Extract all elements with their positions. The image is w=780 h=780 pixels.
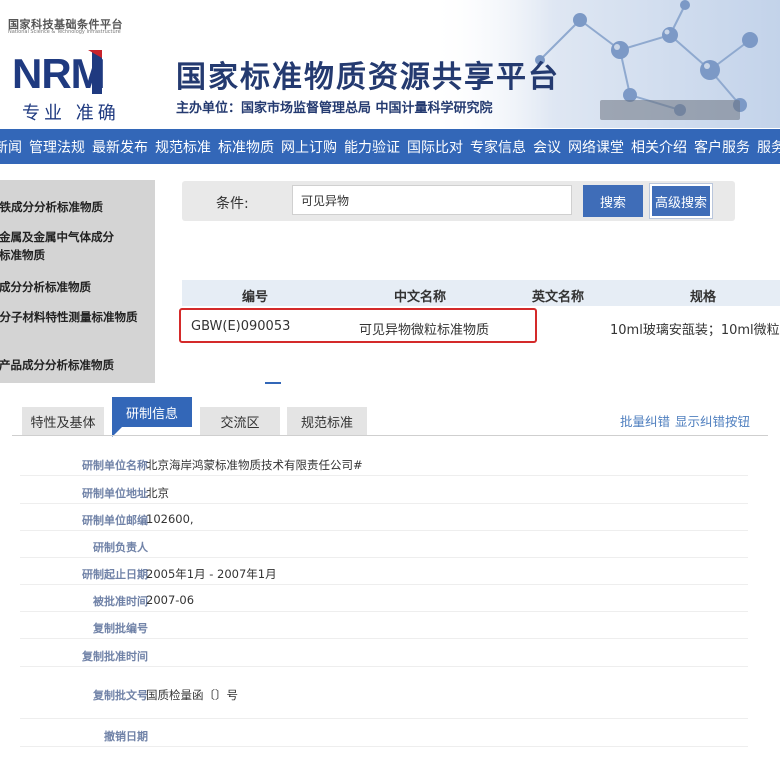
detail-label: 撤销日期 — [104, 730, 148, 743]
sidebar-item-steel[interactable]: 钢铁成分分析标准物质 — [0, 198, 128, 216]
tab-exchange[interactable]: 交流区 — [200, 407, 280, 435]
main-nav: 新闻 管理法规 最新发布 规范标准 标准物质 网上订购 能力验证 国际比对 专家… — [0, 129, 780, 164]
site-header: 国家科技基础条件平台 National Science & Technology… — [0, 0, 780, 128]
detail-tabs: 特性及基体 交流区 规范标准 研制信息 批量纠错 显示纠错按钮 — [0, 395, 780, 440]
column-header-code: 编号 — [242, 290, 269, 305]
detail-row-unit-address: 研制单位地址 北京 — [20, 476, 748, 504]
nav-item-service[interactable]: 服务 — [757, 137, 780, 157]
detail-label: 被批准时间 — [93, 595, 148, 608]
condition-label: 条件: — [216, 196, 249, 212]
detail-row-dev-period: 研制起止日期 2005年1月 - 2007年1月 — [20, 558, 748, 585]
nav-item-regulations[interactable]: 管理法规 — [29, 137, 85, 157]
detail-label: 研制单位地址 — [82, 487, 148, 500]
show-correction-button-link[interactable]: 显示纠错按钮 — [675, 411, 750, 430]
nav-item-experts[interactable]: 专家信息 — [470, 137, 526, 157]
nav-item-latest[interactable]: 最新发布 — [92, 137, 148, 157]
tab-standards[interactable]: 规范标准 — [287, 407, 367, 435]
nav-item-about[interactable]: 相关介绍 — [631, 137, 687, 157]
development-info-table: 研制单位名称 北京海岸鸿蒙标准物质技术有限责任公司# 研制单位地址 北京 研制单… — [0, 448, 780, 758]
detail-value: 102600, — [146, 512, 194, 526]
batch-correction-link[interactable]: 批量纠错 — [620, 411, 670, 430]
detail-row-postcode: 研制单位邮编 102600, — [20, 504, 748, 531]
nav-item-news[interactable]: 新闻 — [0, 137, 22, 157]
site-title: 国家标准物质资源共享平台 — [176, 60, 560, 95]
detail-label: 研制起止日期 — [82, 568, 148, 581]
detail-value: 2007-06 — [146, 593, 195, 607]
sidebar-item-building-materials[interactable]: 建材成分分析标准物质 — [0, 278, 116, 296]
sponsor-text: 主办单位：国家市场监督管理总局 中国计量科学研究院 — [176, 101, 493, 116]
column-header-cn-name: 中文名称 — [394, 290, 447, 305]
detail-label: 研制单位名称 — [82, 459, 148, 472]
sidebar-item-polymer[interactable]: 高分子材料特性测量标准物质 — [0, 308, 155, 326]
search-panel: 条件: 搜索 高级搜索 — [182, 181, 735, 221]
detail-label: 研制单位邮编 — [82, 514, 148, 527]
detail-value: 北京 — [146, 486, 169, 500]
platform-subtitle: National Science & Technology Infrastruc… — [8, 29, 121, 35]
detail-row-copy-doc-no: 复制批文号 国质检量函〔〕号 — [20, 667, 748, 719]
nav-item-meetings[interactable]: 会议 — [533, 137, 561, 157]
detail-label: 复制批编号 — [93, 622, 148, 635]
detail-value: 2005年1月 - 2007年1月 — [146, 567, 277, 581]
sidebar-item-chemical[interactable]: 化工产品成分分析标准物质 — [0, 356, 146, 374]
column-header-en-name: 英文名称 — [532, 290, 585, 305]
nav-item-standards[interactable]: 规范标准 — [155, 137, 211, 157]
nav-item-reference-materials[interactable]: 标准物质 — [218, 137, 274, 157]
logo-mark — [88, 50, 102, 94]
detail-row-unit-name: 研制单位名称 北京海岸鸿蒙标准物质技术有限责任公司# — [20, 448, 748, 476]
nav-item-online-order[interactable]: 网上订购 — [281, 137, 337, 157]
highlight-annotation — [179, 308, 537, 343]
detail-label: 复制批文号 — [93, 689, 148, 702]
sidebar-item-nonferrous[interactable]: 有色金属及金属中气体成分分析标准物质 — [0, 228, 116, 264]
search-input[interactable] — [292, 185, 572, 215]
detail-value: 国质检量函〔〕号 — [146, 688, 238, 702]
nav-item-customer-service[interactable]: 客户服务 — [694, 137, 750, 157]
advanced-search-button[interactable]: 高级搜索 — [650, 184, 712, 218]
search-button[interactable]: 搜索 — [583, 185, 643, 217]
tabs-divider — [12, 435, 768, 436]
redacted-area — [600, 100, 740, 120]
nav-item-comparison[interactable]: 国际比对 — [407, 137, 463, 157]
detail-row-copy-approval-date: 复制批准时间 — [20, 639, 748, 667]
tab-development-info[interactable]: 研制信息 — [112, 397, 192, 427]
results-header: 编号 中文名称 英文名称 规格 — [182, 280, 780, 306]
column-header-spec: 规格 — [690, 290, 717, 305]
detail-row-person-in-charge: 研制负责人 — [20, 531, 748, 558]
detail-row-revocation-date: 撤销日期 — [20, 719, 748, 747]
detail-label: 复制批准时间 — [82, 650, 148, 663]
cell-spec: 10ml玻璃安瓿装；10ml微粒悬 — [610, 323, 780, 338]
nav-item-proficiency[interactable]: 能力验证 — [344, 137, 400, 157]
detail-value: 北京海岸鸿蒙标准物质技术有限责任公司# — [146, 458, 363, 472]
nav-item-online-class[interactable]: 网络课堂 — [568, 137, 624, 157]
category-sidebar: 钢铁成分分析标准物质 有色金属及金属中气体成分分析标准物质 建材成分分析标准物质… — [0, 180, 155, 383]
nrm-logo[interactable]: NRM — [12, 52, 106, 96]
tab-properties[interactable]: 特性及基体 — [22, 407, 104, 435]
detail-row-approval-date: 被批准时间 2007-06 — [20, 585, 748, 612]
scroll-indicator — [265, 382, 281, 384]
slogan: 专业 准确 — [22, 103, 120, 124]
detail-label: 研制负责人 — [93, 541, 148, 554]
detail-row-copy-batch-no: 复制批编号 — [20, 612, 748, 639]
